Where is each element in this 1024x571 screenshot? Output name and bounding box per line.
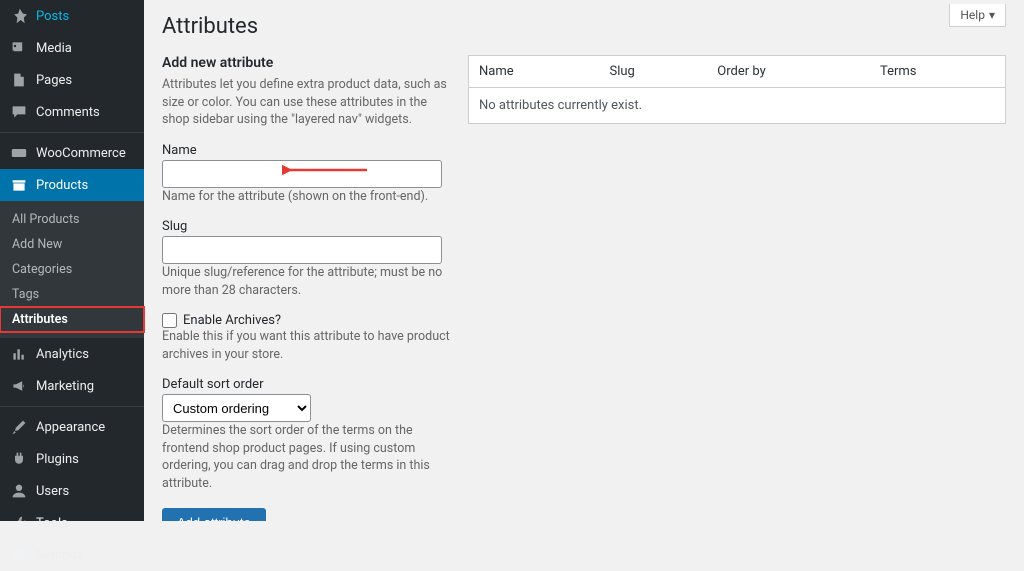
brush-icon bbox=[10, 418, 28, 436]
admin-sidebar: Posts Media Pages Comments WooCommerce P… bbox=[0, 0, 144, 521]
sidebar-item-products[interactable]: Products bbox=[0, 169, 144, 201]
sort-label: Default sort order bbox=[162, 377, 452, 392]
name-input[interactable] bbox=[162, 160, 442, 188]
sort-order-select[interactable]: Custom ordering bbox=[162, 394, 311, 422]
add-attribute-button[interactable]: Add attribute bbox=[162, 508, 266, 521]
sidebar-label: Users bbox=[36, 484, 69, 499]
sidebar-label: Comments bbox=[36, 105, 100, 120]
submenu-attributes[interactable]: Attributes bbox=[0, 307, 144, 332]
sidebar-item-media[interactable]: Media bbox=[0, 32, 144, 64]
archives-desc: Enable this if you want this attribute t… bbox=[162, 328, 452, 363]
sidebar-label: Appearance bbox=[36, 420, 105, 435]
products-submenu: All Products Add New Categories Tags Att… bbox=[0, 201, 144, 338]
sidebar-item-pages[interactable]: Pages bbox=[0, 64, 144, 96]
sidebar-item-comments[interactable]: Comments bbox=[0, 96, 144, 128]
page-title: Attributes bbox=[162, 14, 1006, 39]
pin-icon bbox=[10, 7, 28, 25]
slug-label: Slug bbox=[162, 219, 452, 234]
submenu-tags[interactable]: Tags bbox=[0, 282, 144, 307]
woo-icon bbox=[10, 144, 28, 162]
chevron-down-icon: ▾ bbox=[989, 8, 995, 22]
sort-desc: Determines the sort order of the terms o… bbox=[162, 422, 452, 492]
sidebar-item-woocommerce[interactable]: WooCommerce bbox=[0, 137, 144, 169]
sidebar-label: Marketing bbox=[36, 379, 94, 394]
archive-icon bbox=[10, 176, 28, 194]
sidebar-item-users[interactable]: Users bbox=[0, 475, 144, 507]
sidebar-item-settings[interactable]: Settings bbox=[0, 539, 144, 571]
sidebar-item-tools[interactable]: Tools bbox=[0, 507, 144, 539]
gear-icon bbox=[10, 546, 28, 564]
sidebar-item-posts[interactable]: Posts bbox=[0, 0, 144, 32]
comment-icon bbox=[10, 103, 28, 121]
empty-message: No attributes currently exist. bbox=[469, 88, 1006, 124]
sidebar-label: Posts bbox=[36, 9, 69, 24]
wrench-icon bbox=[10, 514, 28, 532]
sidebar-label: Plugins bbox=[36, 452, 79, 467]
user-icon bbox=[10, 482, 28, 500]
col-name: Name bbox=[469, 56, 600, 88]
slug-desc: Unique slug/reference for the attribute;… bbox=[162, 264, 452, 299]
sidebar-label: Tools bbox=[36, 516, 68, 531]
media-icon bbox=[10, 39, 28, 57]
form-heading: Add new attribute bbox=[162, 55, 452, 71]
sidebar-label: Pages bbox=[36, 73, 72, 88]
sidebar-item-appearance[interactable]: Appearance bbox=[0, 411, 144, 443]
table-row-empty: No attributes currently exist. bbox=[469, 88, 1006, 124]
add-attribute-form: Add new attribute Attributes let you def… bbox=[162, 55, 452, 521]
sidebar-label: Analytics bbox=[36, 347, 89, 362]
table-header-row: Name Slug Order by Terms bbox=[469, 56, 1006, 88]
help-tab[interactable]: Help ▾ bbox=[949, 4, 1006, 27]
name-desc: Name for the attribute (shown on the fro… bbox=[162, 188, 452, 206]
megaphone-icon bbox=[10, 377, 28, 395]
submenu-categories[interactable]: Categories bbox=[0, 257, 144, 282]
sidebar-item-marketing[interactable]: Marketing bbox=[0, 370, 144, 402]
enable-archives-checkbox[interactable] bbox=[162, 313, 177, 328]
separator bbox=[0, 132, 144, 133]
main-content: Help ▾ Attributes Add new attribute Attr… bbox=[144, 0, 1024, 521]
col-slug: Slug bbox=[600, 56, 708, 88]
archives-label: Enable Archives? bbox=[183, 313, 281, 328]
sidebar-item-plugins[interactable]: Plugins bbox=[0, 443, 144, 475]
attributes-table-wrap: Name Slug Order by Terms No attributes c… bbox=[468, 55, 1006, 521]
col-orderby: Order by bbox=[707, 56, 870, 88]
col-terms: Terms bbox=[870, 56, 1006, 88]
plug-icon bbox=[10, 450, 28, 468]
page-icon bbox=[10, 71, 28, 89]
submenu-add-new[interactable]: Add New bbox=[0, 232, 144, 257]
submenu-all-products[interactable]: All Products bbox=[0, 207, 144, 232]
help-label: Help bbox=[960, 8, 985, 22]
sidebar-item-analytics[interactable]: Analytics bbox=[0, 338, 144, 370]
attributes-table: Name Slug Order by Terms No attributes c… bbox=[468, 55, 1006, 124]
sidebar-label: Products bbox=[36, 178, 88, 193]
sidebar-label: WooCommerce bbox=[36, 146, 126, 161]
sidebar-label: Settings bbox=[36, 548, 83, 563]
name-label: Name bbox=[162, 143, 452, 158]
chart-icon bbox=[10, 345, 28, 363]
separator bbox=[0, 406, 144, 407]
sidebar-label: Media bbox=[36, 41, 72, 56]
slug-input[interactable] bbox=[162, 236, 442, 264]
form-intro: Attributes let you define extra product … bbox=[162, 76, 452, 129]
